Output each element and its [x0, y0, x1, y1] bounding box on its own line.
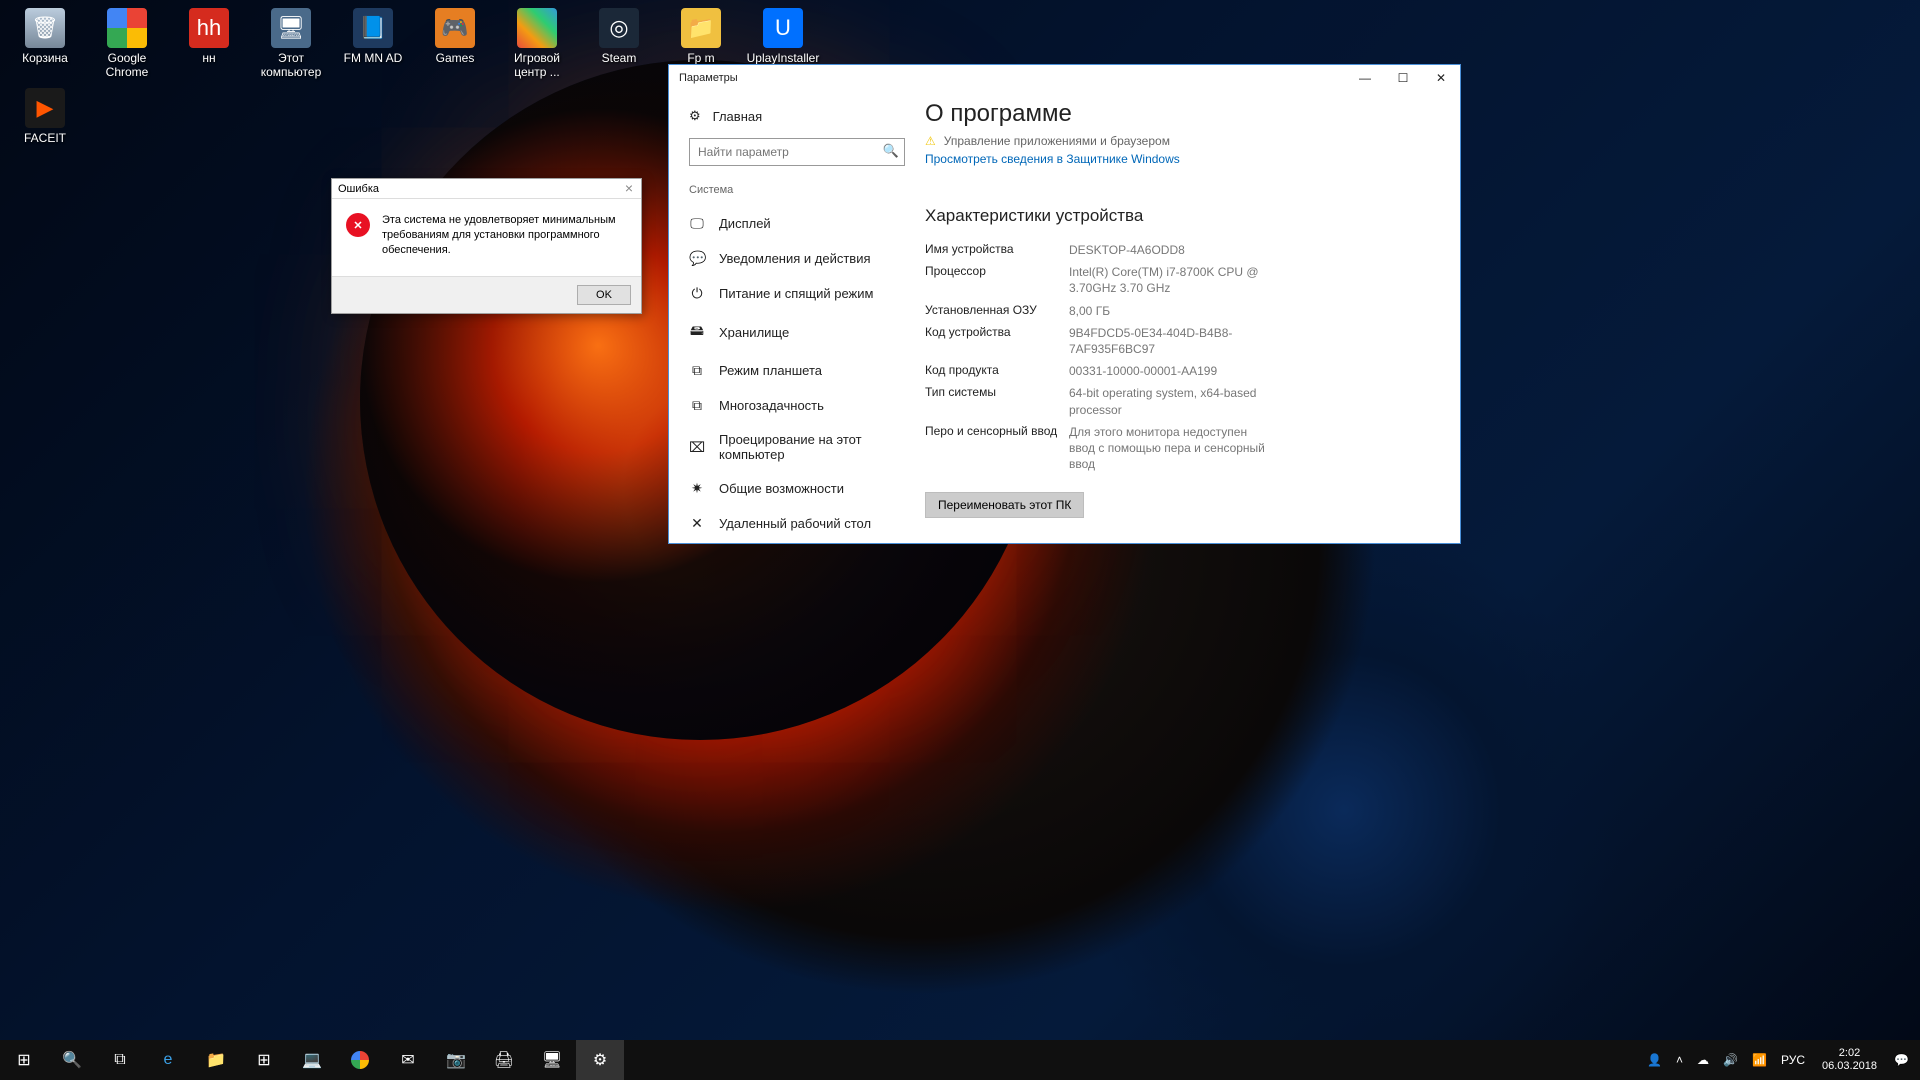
nav-notifications[interactable]: 💬Уведомления и действия — [689, 241, 905, 276]
spec-ram: Установленная ОЗУ8,00 ГБ — [925, 303, 1430, 319]
section-header: Система — [689, 184, 905, 196]
game-center-icon — [517, 8, 557, 48]
warning-icon: ⚠ — [925, 134, 936, 148]
fm-icon: 📘 — [353, 8, 393, 48]
desktop-icons-row2: ▶FACEIT — [8, 84, 82, 146]
rename-pc-button[interactable]: Переименовать этот ПК — [925, 492, 1084, 518]
hh-icon: hh — [189, 8, 229, 48]
taskbar-mail[interactable]: ✉ — [384, 1040, 432, 1080]
spec-system-type: Тип системы64-bit operating system, x64-… — [925, 385, 1430, 417]
nav-storage[interactable]: 🖴Хранилище — [689, 311, 905, 353]
spec-device-name: Имя устройстваDESKTOP-4A6ODD8 — [925, 242, 1430, 258]
task-view-button[interactable]: ⧉ — [96, 1040, 144, 1080]
error-message: Эта система не удовлетворяет минимальным… — [382, 213, 627, 258]
remote-icon: ✕ — [689, 515, 705, 532]
desktop-icon-chrome[interactable]: Google Chrome — [90, 4, 164, 80]
taskbar-app4[interactable]: 🖥 — [528, 1040, 576, 1080]
projection-icon: ⌧ — [689, 439, 705, 456]
spec-processor: ПроцессорIntel(R) Core(TM) i7-8700K CPU … — [925, 264, 1430, 296]
page-title: О программе — [925, 100, 1430, 128]
spec-product-id: Код продукта00331-10000-00001-AA199 — [925, 363, 1430, 379]
multitask-icon: ⧉ — [689, 397, 705, 414]
nav-home[interactable]: ⚙ Главная — [689, 102, 905, 130]
error-close-button[interactable]: × — [621, 180, 637, 196]
tablet-icon: ⧉ — [689, 362, 705, 379]
tray-network[interactable]: 📶 — [1747, 1040, 1772, 1080]
taskbar-explorer[interactable]: 📁 — [192, 1040, 240, 1080]
search-button[interactable]: 🔍 — [48, 1040, 96, 1080]
tray-onedrive[interactable]: ☁ — [1692, 1040, 1714, 1080]
nav-projection[interactable]: ⌧Проецирование на этот компьютер — [689, 423, 905, 471]
fpm-icon: 📁 — [681, 8, 721, 48]
error-icon: ✕ — [346, 213, 370, 237]
desktop-icon-recycle-bin[interactable]: 🗑Корзина — [8, 4, 82, 80]
chrome-icon — [107, 8, 147, 48]
desktop-icon-steam[interactable]: ◎Steam — [582, 4, 656, 80]
desktop-icon-fm[interactable]: 📘FM MN AD — [336, 4, 410, 80]
settings-sidebar: ⚙ Главная 🔍 Система 🖵Дисплей 💬Уведомлени… — [669, 90, 925, 543]
taskbar-app2[interactable]: 📷 — [432, 1040, 480, 1080]
taskbar-app1[interactable]: 💻 — [288, 1040, 336, 1080]
settings-window-title: Параметры — [679, 72, 738, 84]
nav-power[interactable]: ⏻Питание и спящий режим — [689, 276, 905, 311]
desktop-icon-game-center[interactable]: Игровой центр ... — [500, 4, 574, 80]
nav-remote[interactable]: ✕Удаленный рабочий стол — [689, 506, 905, 541]
taskbar-settings[interactable]: ⚙ — [576, 1040, 624, 1080]
close-button[interactable]: ✕ — [1422, 65, 1460, 90]
settings-main: О программе ⚠ Управление приложениями и … — [925, 90, 1460, 543]
desktop-icon-this-pc[interactable]: 🖥Этот компьютер — [254, 4, 328, 80]
desktop-icon-faceit[interactable]: ▶FACEIT — [8, 88, 82, 146]
maximize-button[interactable]: ☐ — [1384, 65, 1422, 90]
tray-people[interactable]: 👤 — [1642, 1040, 1667, 1080]
error-dialog: Ошибка × ✕ Эта система не удовлетворяет … — [331, 178, 642, 314]
gear-icon: ⚙ — [689, 108, 701, 124]
search-icon: 🔍 — [883, 143, 899, 159]
taskbar-chrome[interactable] — [336, 1040, 384, 1080]
tray-clock[interactable]: 2:02 06.03.2018 — [1814, 1047, 1885, 1072]
defender-link[interactable]: Просмотреть сведения в Защитнике Windows — [925, 152, 1430, 166]
settings-search: 🔍 — [689, 138, 905, 166]
start-button[interactable]: ⊞ — [0, 1040, 48, 1080]
taskbar-app3[interactable]: 🖨 — [480, 1040, 528, 1080]
settings-titlebar[interactable]: Параметры — ☐ ✕ — [669, 65, 1460, 90]
warning-row: ⚠ Управление приложениями и браузером — [925, 134, 1430, 148]
tray-volume[interactable]: 🔊 — [1718, 1040, 1743, 1080]
shared-icon: ✷ — [689, 480, 705, 497]
error-ok-button[interactable]: OK — [577, 285, 631, 305]
nav-tablet[interactable]: ⧉Режим планшета — [689, 353, 905, 388]
power-icon: ⏻ — [689, 285, 705, 302]
minimize-button[interactable]: — — [1346, 65, 1384, 90]
steam-icon: ◎ — [599, 8, 639, 48]
search-input[interactable] — [689, 138, 905, 166]
spec-pen-touch: Перо и сенсорный вводДля этого монитора … — [925, 424, 1430, 473]
tray-action-center[interactable]: 💬 — [1889, 1040, 1914, 1080]
nav-multitask[interactable]: ⧉Многозадачность — [689, 388, 905, 423]
desktop-icon-hh[interactable]: hhнн — [172, 4, 246, 80]
uplay-icon: U — [763, 8, 803, 48]
faceit-icon: ▶ — [25, 88, 65, 128]
spec-device-id: Код устройства9B4FDCD5-0E34-404D-B4B8-7A… — [925, 325, 1430, 357]
taskbar-store[interactable]: ⊞ — [240, 1040, 288, 1080]
tray-language[interactable]: РУС — [1776, 1040, 1810, 1080]
nav-shared[interactable]: ✷Общие возможности — [689, 471, 905, 506]
tray-chevron[interactable]: ˄ — [1671, 1040, 1688, 1080]
settings-window: Параметры — ☐ ✕ ⚙ Главная 🔍 Система 🖵Дис… — [668, 64, 1461, 544]
taskbar-edge[interactable]: e — [144, 1040, 192, 1080]
system-tray: 👤 ˄ ☁ 🔊 📶 РУС 2:02 06.03.2018 💬 — [1642, 1040, 1920, 1080]
storage-icon: 🖴 — [689, 320, 705, 344]
notifications-icon: 💬 — [689, 250, 705, 267]
desktop-icon-games[interactable]: 🎮Games — [418, 4, 492, 80]
specs-header: Характеристики устройства — [925, 206, 1430, 226]
error-title: Ошибка — [338, 183, 379, 195]
taskbar: ⊞ 🔍 ⧉ e 📁 ⊞ 💻 ✉ 📷 🖨 🖥 ⚙ 👤 ˄ ☁ 🔊 📶 РУС 2:… — [0, 1040, 1920, 1080]
display-icon: 🖵 — [689, 215, 705, 232]
error-titlebar[interactable]: Ошибка × — [332, 179, 641, 199]
nav-display[interactable]: 🖵Дисплей — [689, 206, 905, 241]
recycle-bin-icon: 🗑 — [25, 8, 65, 48]
this-pc-icon: 🖥 — [271, 8, 311, 48]
games-icon: 🎮 — [435, 8, 475, 48]
